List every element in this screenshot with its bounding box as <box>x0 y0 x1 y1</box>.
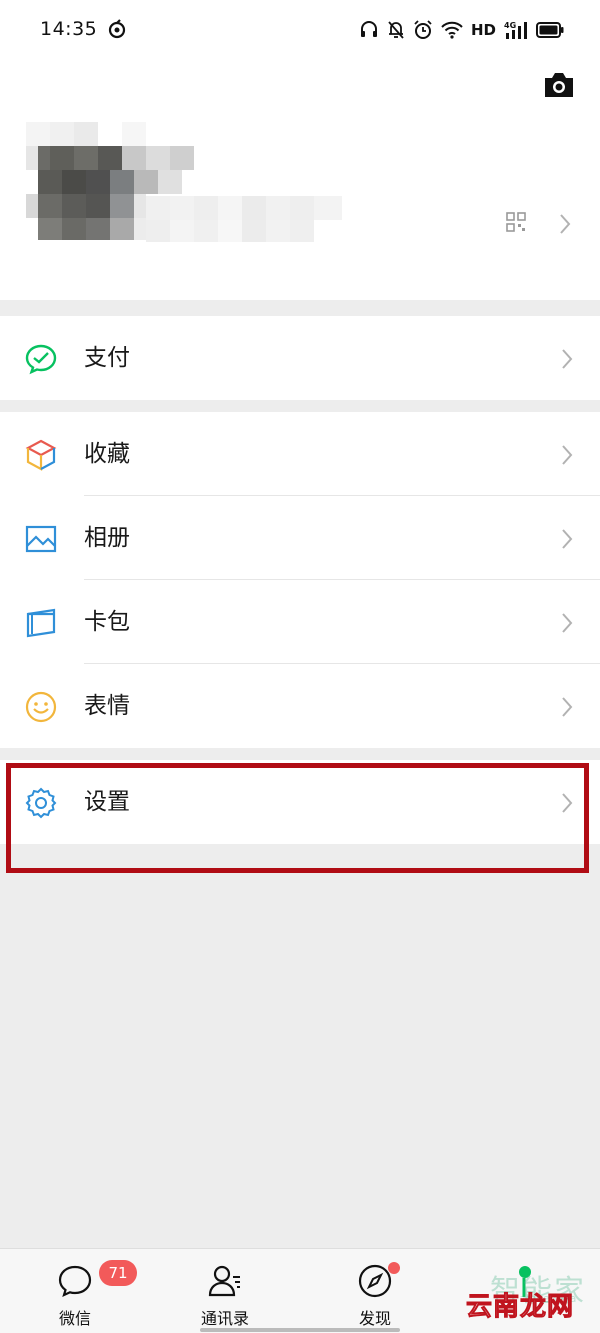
status-icons: HD 4G <box>359 18 564 42</box>
chevron-right-icon <box>562 349 573 369</box>
menu-item-label: 卡包 <box>84 609 130 635</box>
chevron-right-icon <box>562 697 573 717</box>
menu-item-emoji[interactable]: 表情 <box>0 664 600 748</box>
menu-item-label: 表情 <box>84 693 130 719</box>
username-blurred <box>146 194 346 246</box>
qr-code-icon[interactable] <box>506 212 526 232</box>
signal-icon: 4G <box>504 21 527 39</box>
chat-bubble-icon <box>58 1265 92 1297</box>
camera-icon[interactable] <box>542 70 576 100</box>
tab-chats[interactable]: 微信 71 <box>15 1249 137 1333</box>
contacts-icon <box>208 1265 240 1297</box>
menu-item-album[interactable]: 相册 <box>0 496 600 580</box>
card-icon <box>26 608 56 638</box>
menu-group-main: 收藏 相册 卡包 表情 <box>0 412 600 748</box>
tab-label: 微信 <box>58 1309 91 1328</box>
chevron-right-icon[interactable] <box>558 213 572 235</box>
favorites-cube-icon <box>25 439 57 471</box>
wifi-icon <box>441 21 463 39</box>
headset-icon <box>360 21 377 37</box>
chevron-right-icon <box>562 445 573 465</box>
netease-music-icon <box>108 19 126 39</box>
menu-item-label: 支付 <box>84 345 130 371</box>
alarm-icon <box>414 20 432 39</box>
menu-item-label: 相册 <box>84 525 130 551</box>
battery-icon <box>536 22 564 38</box>
highlight-box <box>6 763 589 873</box>
tab-label: 通讯录 <box>200 1309 249 1328</box>
status-time: 14:35 <box>40 18 98 40</box>
chevron-right-icon <box>562 613 573 633</box>
menu-item-card[interactable]: 卡包 <box>0 580 600 664</box>
menu-item-favorites[interactable]: 收藏 <box>0 412 600 496</box>
pay-icon <box>25 344 57 375</box>
menu-item-label: 收藏 <box>84 441 130 467</box>
tab-label: 发现 <box>358 1309 391 1328</box>
unread-badge: 71 <box>99 1260 137 1286</box>
chevron-right-icon <box>562 529 573 549</box>
home-indicator <box>200 1328 400 1332</box>
svg-text:4G: 4G <box>504 21 516 30</box>
notification-dot <box>388 1262 400 1274</box>
album-icon <box>25 525 57 553</box>
menu-item-pay[interactable]: 支付 <box>0 316 600 400</box>
menu-group-pay: 支付 <box>0 316 600 400</box>
network-type: HD <box>470 21 496 39</box>
watermark-main: 云南龙网 <box>465 1292 575 1323</box>
tab-contacts[interactable]: 通讯录 <box>165 1249 285 1333</box>
tab-discover[interactable]: 发现 <box>315 1249 435 1333</box>
status-bar: 14:35 HD 4G <box>0 0 600 62</box>
watermark: 智能家 zhinengjia 云南龙网 <box>460 1266 600 1326</box>
mute-bell-icon <box>388 21 404 39</box>
emoji-icon <box>25 691 57 723</box>
